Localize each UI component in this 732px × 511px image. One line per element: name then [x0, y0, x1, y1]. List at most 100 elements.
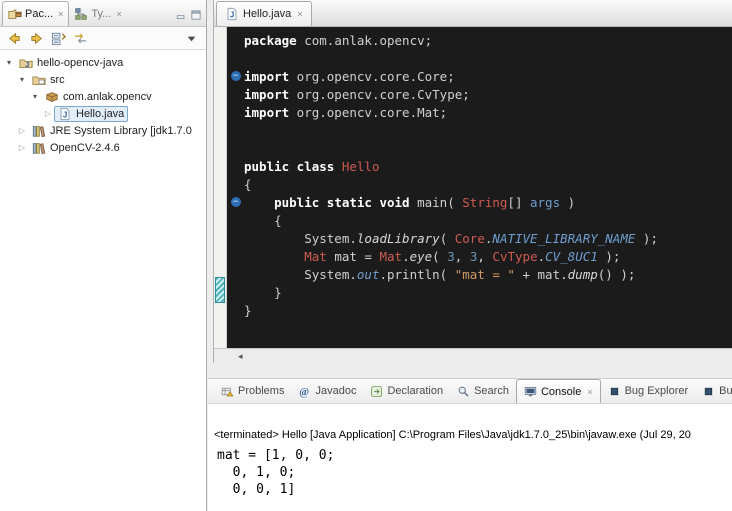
tree-item-hello-opencv-java[interactable]: ▾ Jhello-opencv-java	[0, 54, 206, 71]
tree-item-body: JHello.java	[54, 106, 128, 122]
view-tab-ty[interactable]: Ty... ×	[69, 1, 126, 26]
tab-label: Console	[541, 386, 581, 398]
panel-controls	[175, 9, 206, 26]
code-line[interactable]: import org.opencv.core.Mat;	[227, 103, 732, 121]
tab-label: Bug	[719, 385, 732, 397]
tree-item-src[interactable]: ▾ src	[0, 71, 206, 88]
code-line[interactable]: {	[227, 211, 732, 229]
code-line[interactable]: public class Hello	[227, 157, 732, 175]
fold-marker-icon[interactable]: −	[227, 197, 244, 207]
minimize-icon[interactable]	[175, 9, 187, 21]
back-icon[interactable]	[7, 31, 22, 46]
tab-declaration[interactable]: Declaration	[363, 379, 450, 403]
code-line[interactable]: System.out.println( "mat = " + mat.dump(…	[227, 265, 732, 283]
collapsed-arrow-icon[interactable]: ▷	[16, 143, 28, 152]
code-line[interactable]: Mat mat = Mat.eye( 3, 3, CvType.CV_8UC1 …	[227, 247, 732, 265]
scroll-left-icon[interactable]: ◂	[238, 351, 243, 362]
eclipse-window: Pac... × Ty... × ▾ Jhello-opencv-java ▾ src ▾ co…	[0, 0, 732, 511]
code-line[interactable]: {	[227, 175, 732, 193]
bug-icon	[702, 385, 715, 398]
fold-marker-icon[interactable]: −	[227, 71, 244, 81]
problems-icon	[221, 385, 234, 398]
expanded-arrow-icon[interactable]: ▾	[29, 92, 41, 101]
svg-text:J: J	[63, 110, 67, 119]
collapsed-arrow-icon[interactable]: ▷	[16, 126, 28, 135]
tree-item-body: src	[28, 72, 69, 88]
java-project-icon: J	[19, 56, 33, 70]
view-menu-icon[interactable]	[184, 31, 199, 46]
tab-console[interactable]: Console ×	[516, 379, 601, 403]
view-tab-bar: Pac... × Ty... ×	[0, 0, 206, 27]
tree-item-com-anlak-opencv[interactable]: ▾ com.anlak.opencv	[0, 88, 206, 105]
bottom-view-tab-bar: Problems @Javadoc Declaration Search Console…	[208, 378, 732, 404]
tree-item-label: OpenCV-2.4.6	[50, 142, 120, 154]
editor-tab-bar: J Hello.java ×	[214, 0, 732, 27]
tree-item-opencv-2-4-6[interactable]: ▷ OpenCV-2.4.6	[0, 139, 206, 156]
code-line[interactable]: package com.anlak.opencv;	[227, 31, 732, 49]
tree-item-label: hello-opencv-java	[37, 57, 123, 69]
code-line[interactable]: − public static void main( String[] args…	[227, 193, 732, 211]
maximize-icon[interactable]	[190, 9, 202, 21]
tree-item-label: com.anlak.opencv	[63, 91, 152, 103]
collapsed-arrow-icon[interactable]: ▷	[42, 109, 54, 118]
code-text: import org.opencv.core.CvType;	[244, 87, 470, 102]
code-line[interactable]: }	[227, 283, 732, 301]
code-line[interactable]: −import org.opencv.core.Core;	[227, 67, 732, 85]
code-editor[interactable]: package com.anlak.opencv;−import org.ope…	[214, 27, 732, 363]
editor-tab-hello-java[interactable]: J Hello.java ×	[216, 1, 312, 26]
library-icon	[32, 124, 46, 138]
java-file-icon: J	[225, 7, 239, 21]
code-text: Mat mat = Mat.eye( 3, 3, CvType.CV_8UC1 …	[244, 249, 620, 264]
tree-item-body: com.anlak.opencv	[41, 89, 156, 105]
annotation-ruler[interactable]	[214, 27, 227, 348]
package-icon	[45, 90, 59, 104]
link-with-editor-icon[interactable]	[73, 31, 88, 46]
close-icon[interactable]: ×	[297, 9, 302, 19]
code-line[interactable]: System.loadLibrary( Core.NATIVE_LIBRARY_…	[227, 229, 732, 247]
code-line[interactable]	[227, 139, 732, 157]
code-text: }	[244, 285, 282, 300]
tab-search[interactable]: Search	[450, 379, 516, 403]
code-text: }	[244, 303, 252, 318]
tree-item-hello-java[interactable]: ▷JHello.java	[0, 105, 206, 122]
tab-label: Problems	[238, 385, 284, 397]
horizontal-scrollbar[interactable]: ◂	[214, 348, 732, 363]
view-tab-label: Ty...	[91, 8, 111, 20]
explorer-toolbar	[0, 27, 206, 50]
svg-text:J: J	[25, 59, 29, 68]
expanded-arrow-icon[interactable]: ▾	[3, 58, 15, 67]
view-tab-label: Pac...	[25, 8, 53, 20]
svg-text:J: J	[230, 11, 234, 20]
console-output-line: mat = [1, 0, 0;	[217, 447, 732, 464]
tab-problems[interactable]: Problems	[214, 379, 291, 403]
forward-icon[interactable]	[29, 31, 44, 46]
tab-label: Javadoc	[315, 385, 356, 397]
collapse-all-icon[interactable]	[51, 31, 66, 46]
close-icon[interactable]: ×	[587, 387, 592, 397]
tab-bug[interactable]: Bug	[695, 379, 732, 403]
tree-item-label: src	[50, 74, 65, 86]
code-text: System.loadLibrary( Core.NATIVE_LIBRARY_…	[244, 231, 658, 246]
code-line[interactable]	[227, 121, 732, 139]
close-icon[interactable]: ×	[58, 9, 63, 19]
bug-icon	[608, 385, 621, 398]
code-line[interactable]: }	[227, 301, 732, 319]
close-icon[interactable]: ×	[116, 9, 121, 19]
library-icon	[32, 141, 46, 155]
package-explorer-panel: Pac... × Ty... × ▾ Jhello-opencv-java ▾ src ▾ co…	[0, 0, 207, 511]
tab-label: Declaration	[387, 385, 443, 397]
tab-bug-explorer[interactable]: Bug Explorer	[601, 379, 696, 403]
declaration-icon	[370, 385, 383, 398]
tree-item-body: OpenCV-2.4.6	[28, 140, 124, 156]
tab-javadoc[interactable]: @Javadoc	[291, 379, 363, 403]
tree-item-jre-system-library-jdk1-7-0[interactable]: ▷JRE System Library [jdk1.7.0	[0, 122, 206, 139]
expanded-arrow-icon[interactable]: ▾	[16, 75, 28, 84]
code-text: import org.opencv.core.Mat;	[244, 105, 447, 120]
tab-label: Search	[474, 385, 509, 397]
code-line[interactable]: import org.opencv.core.CvType;	[227, 85, 732, 103]
view-tab-pac[interactable]: Pac... ×	[2, 1, 69, 26]
code-area[interactable]: package com.anlak.opencv;−import org.ope…	[227, 27, 732, 348]
java-file-icon: J	[58, 107, 72, 121]
project-tree: ▾ Jhello-opencv-java ▾ src ▾ com.anlak.opencv…	[0, 50, 206, 156]
code-line[interactable]	[227, 49, 732, 67]
